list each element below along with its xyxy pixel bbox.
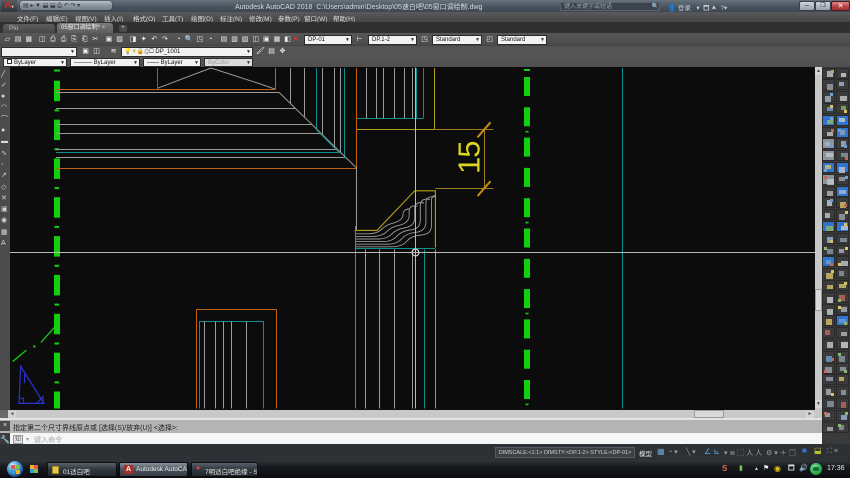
svg-text:15: 15: [452, 142, 487, 174]
